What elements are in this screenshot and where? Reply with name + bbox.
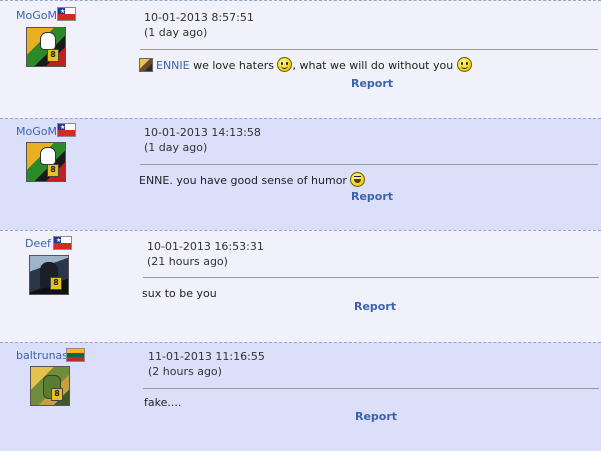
post-date: 10-01-2013 8:57:51 [144, 11, 254, 24]
post-age: (2 hours ago) [148, 365, 222, 378]
comment-text: sux to be you [142, 286, 217, 302]
timestamp: 10-01-2013 14:13:58 (1 day ago) [144, 125, 261, 155]
comment-text: fake.... [144, 395, 181, 411]
comment-text-part: fake.... [144, 396, 182, 409]
comment-text-part: ENNE. you have good sense of humor [139, 174, 351, 187]
comment-text-part: sux to be you [142, 287, 217, 300]
smiley-icon [456, 57, 472, 72]
timestamp: 11-01-2013 11:16:55 (2 hours ago) [148, 349, 265, 379]
username-link[interactable]: MoGoM [16, 125, 57, 138]
divider [143, 388, 599, 389]
lithuania-flag-icon [66, 348, 85, 362]
report-link[interactable]: Report [355, 410, 397, 423]
post-date: 10-01-2013 14:13:58 [144, 126, 261, 139]
popeye-avatar-icon[interactable]: 8 [26, 27, 66, 67]
popeye-avatar-icon[interactable]: 8 [26, 142, 66, 182]
comment-text: ENNE. you have good sense of humor [139, 172, 366, 189]
comment-post: MoGoM ★ 8 10-01-2013 14:13:58 (1 day ago… [0, 118, 601, 230]
post-age: (1 day ago) [144, 141, 208, 154]
divider [140, 49, 598, 50]
divider [140, 164, 598, 165]
smiley-icon [277, 57, 293, 72]
timestamp: 10-01-2013 8:57:51 (1 day ago) [144, 10, 254, 40]
comment-text: ENNIE we love haters , what we will do w… [139, 57, 472, 74]
mention-link[interactable]: ENNIE [156, 59, 190, 72]
comment-post: MoGoM ★ 8 10-01-2013 8:57:51 (1 day ago)… [0, 0, 601, 118]
report-link[interactable]: Report [351, 190, 393, 203]
warrior-avatar-icon[interactable]: 8 [30, 366, 70, 406]
username-link[interactable]: baltrunas [16, 349, 68, 362]
post-age: (21 hours ago) [147, 255, 228, 268]
chile-flag-icon: ★ [57, 123, 76, 137]
comment-post: baltrunas 8 11-01-2013 11:16:55 (2 hours… [0, 342, 601, 451]
laughing-smiley-icon [350, 172, 366, 187]
comment-post: Deef ★ 8 10-01-2013 16:53:31 (21 hours a… [0, 230, 601, 342]
chile-flag-icon: ★ [57, 7, 76, 21]
username-link[interactable]: MoGoM [16, 9, 57, 22]
post-date: 10-01-2013 16:53:31 [147, 240, 264, 253]
report-link[interactable]: Report [351, 77, 393, 90]
divider [143, 277, 599, 278]
comment-text-part: we love haters [189, 59, 278, 72]
timestamp: 10-01-2013 16:53:31 (21 hours ago) [147, 239, 264, 269]
report-link[interactable]: Report [354, 300, 396, 313]
username-link[interactable]: Deef [25, 237, 51, 250]
user-mini-avatar-icon [139, 58, 153, 72]
soldier-avatar-icon[interactable]: 8 [29, 255, 69, 295]
comment-text-part: , what we will do without you [292, 59, 457, 72]
post-date: 11-01-2013 11:16:55 [148, 350, 265, 363]
post-age: (1 day ago) [144, 26, 208, 39]
chile-flag-icon: ★ [53, 236, 72, 250]
